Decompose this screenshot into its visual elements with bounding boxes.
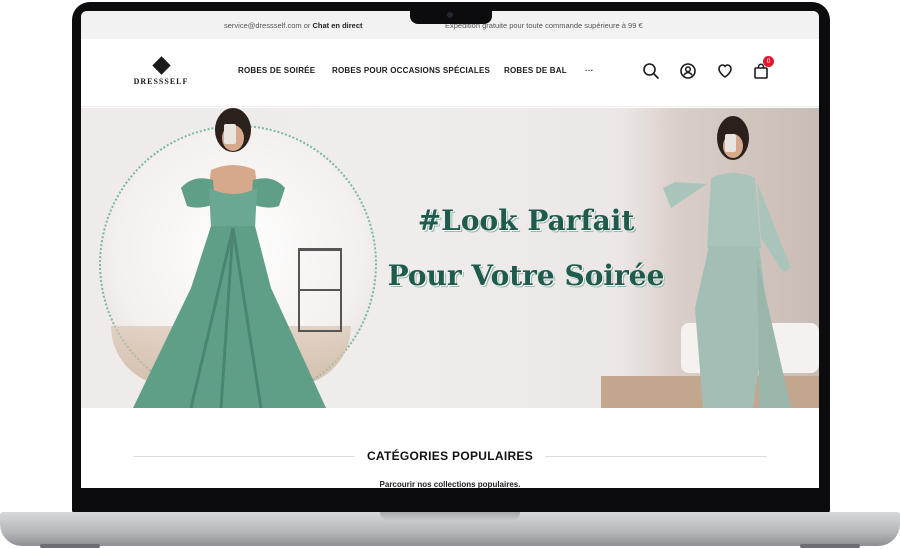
model-left-image (133, 108, 326, 408)
section-subtitle: Parcourir nos collections populaires. (379, 480, 521, 488)
heart-icon[interactable] (715, 61, 735, 81)
camera-notch (410, 6, 492, 24)
hero-subheadline: Pour Votre Soirée (387, 259, 665, 292)
laptop-opening-notch (380, 512, 520, 521)
hero-banner[interactable]: #Look Parfait Pour Votre Soirée (81, 108, 819, 408)
laptop-base (0, 512, 900, 546)
search-icon[interactable] (641, 61, 661, 81)
nav-item-robes-de-soiree[interactable]: ROBES DE SOIRÉE (238, 66, 315, 75)
user-circle-icon[interactable] (678, 61, 698, 81)
shopping-bag-icon[interactable]: 0 (751, 56, 774, 81)
nav-item-occasions-speciales[interactable]: ROBES POUR OCCASIONS SPÉCIALES (332, 66, 490, 75)
contact-info: service@dressself.com or Chat en direct (224, 21, 363, 30)
logo-mark-icon (151, 56, 171, 75)
website-screen: service@dressself.com or Chat en direct … (81, 11, 819, 488)
brand-name: DRESSSELF (133, 77, 189, 86)
live-chat-link[interactable]: Chat en direct (313, 21, 363, 30)
divider-left (133, 456, 355, 457)
laptop-foot-right (800, 544, 860, 548)
cart-count-badge: 0 (763, 56, 774, 67)
contact-email-link[interactable]: service@dressself.com (224, 21, 302, 30)
section-title: CATÉGORIES POPULAIRES (366, 449, 534, 463)
popular-categories-section: CATÉGORIES POPULAIRES Parcourir nos coll… (81, 408, 819, 488)
nav-item-robes-de-bal[interactable]: ROBES DE BAL (504, 66, 567, 75)
brand-logo[interactable]: DRESSSELF (133, 56, 189, 86)
contact-or: or (303, 21, 311, 30)
nav-more-icon[interactable]: ··· (585, 66, 594, 75)
camera-icon (447, 12, 453, 18)
model-right-image (663, 116, 791, 408)
laptop-foot-left (40, 544, 100, 548)
site-header: DRESSSELF ROBES DE SOIRÉE ROBES POUR OCC… (81, 39, 819, 107)
laptop-mockup: service@dressself.com or Chat en direct … (0, 0, 900, 549)
hero-headline: #Look Parfait (417, 204, 635, 237)
divider-right (545, 456, 767, 457)
